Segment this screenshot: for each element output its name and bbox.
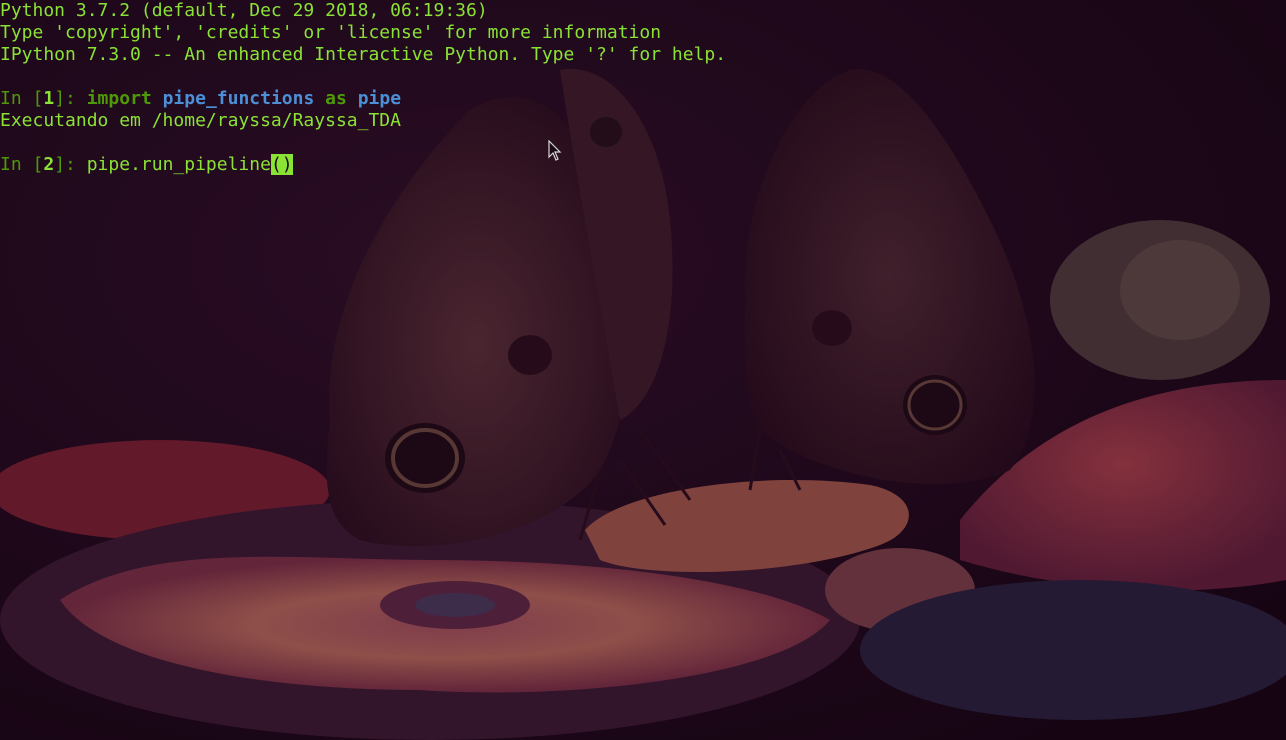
output-cell-1: Executando em /home/rayssa/Rayssa_TDA bbox=[0, 110, 401, 131]
prompt-number-1: 1 bbox=[43, 88, 55, 109]
module-alias: pipe bbox=[357, 88, 402, 109]
prompt-close-2: ]: bbox=[54, 154, 87, 175]
keyword-import: import bbox=[86, 88, 152, 109]
banner-copyright: Type 'copyright', 'credits' or 'license'… bbox=[0, 22, 662, 43]
input-cell-1: In [1]: import pipe_functions as pipe bbox=[0, 88, 401, 110]
banner-ipython-version: IPython 7.3.0 -- An enhanced Interactive… bbox=[0, 44, 727, 65]
matched-open-paren: ( bbox=[270, 154, 282, 175]
prompt-in-1: In [ bbox=[0, 88, 44, 109]
prompt-in-2: In [ bbox=[0, 154, 44, 175]
arrow-cursor-icon bbox=[548, 140, 562, 161]
desktop-screen: Python 3.7.2 (default, Dec 29 2018, 06:1… bbox=[0, 0, 1286, 740]
banner-python-version: Python 3.7.2 (default, Dec 29 2018, 06:1… bbox=[0, 0, 488, 21]
prompt-close-1: ]: bbox=[54, 88, 87, 109]
module-name: pipe_functions bbox=[162, 88, 315, 109]
text-cursor: ) bbox=[281, 154, 293, 175]
keyword-as: as bbox=[325, 88, 347, 109]
code-call: pipe.run_pipeline bbox=[86, 154, 271, 175]
input-cell-2[interactable]: In [2]: pipe.run_pipeline() bbox=[0, 154, 293, 176]
ipython-terminal[interactable]: Python 3.7.2 (default, Dec 29 2018, 06:1… bbox=[0, 0, 1286, 740]
prompt-number-2: 2 bbox=[43, 154, 55, 175]
